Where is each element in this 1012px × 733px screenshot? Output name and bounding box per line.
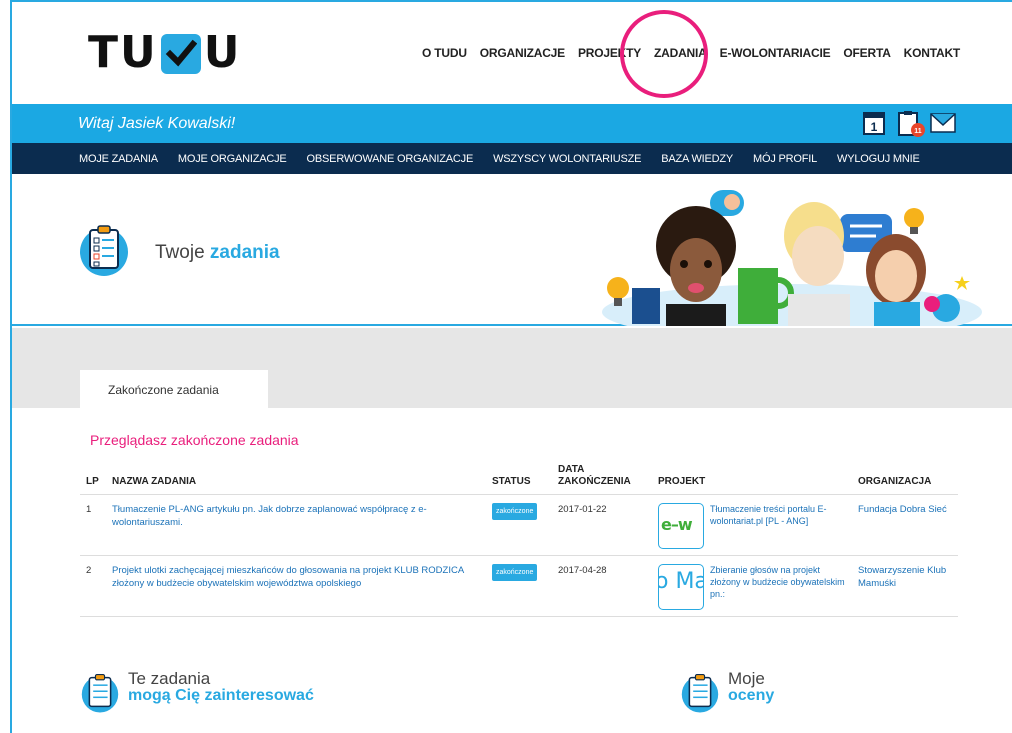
org-link[interactable]: Stowarzyszenie Klub Mamuśki (858, 565, 946, 589)
project-thumbnail[interactable]: o Ma (658, 564, 704, 610)
checkbox-logo-icon (160, 34, 201, 74)
row-date: 2017-04-28 (552, 555, 652, 617)
project-thumb-text: o Ma (659, 569, 703, 594)
page-title: Twoje zadania (155, 242, 280, 264)
row-lp: 1 (80, 494, 106, 556)
mail-icon[interactable] (930, 110, 956, 136)
row-lp: 2 (80, 555, 106, 617)
nav-oferta[interactable]: OFERTA (843, 46, 890, 60)
page-title-prefix: Twoje (155, 242, 205, 263)
clipboard-tasks-icon (78, 220, 130, 283)
suggested-tasks-section: Te zadania mogą Cię zainteresować (78, 670, 314, 714)
subnav-obserwowane-organizacje[interactable]: OBSERWOWANE ORGANIZACJE (307, 153, 474, 165)
subnav-moj-profil[interactable]: MÓJ PROFIL (753, 153, 817, 165)
table-row: 2 Projekt ulotki zachęcającej mieszkańcó… (80, 555, 958, 617)
calendar-number: 1 (871, 120, 878, 134)
page-frame: TU U O TUDU ORGANIZACJE PROJEKTY ZADANIA… (10, 0, 1012, 733)
calendar-icon[interactable]: 1 (862, 110, 886, 136)
welcome-text: Witaj Jasiek Kowalski! (78, 115, 236, 132)
subnav-baza-wiedzy[interactable]: BAZA WIEDZY (661, 153, 733, 165)
row-task-name: Tłumaczenie PL-ANG artykułu pn. Jak dobr… (106, 494, 486, 556)
subnav-wszyscy-wolontariusze[interactable]: WSZYSCY WOLONTARIUSZE (493, 153, 641, 165)
col-project: PROJEKT (652, 460, 852, 495)
highlight-circle-annotation (620, 10, 708, 98)
task-link[interactable]: Tłumaczenie PL-ANG artykułu pn. Jak dobr… (112, 504, 427, 528)
status-badge: zakończone (492, 564, 538, 581)
top-header: TU U O TUDU ORGANIZACJE PROJEKTY ZADANIA… (12, 2, 1012, 104)
col-date: DATA ZAKOŃCZENIA (552, 460, 652, 495)
browsing-info: Przeglądasz zakończone zadania (90, 432, 299, 448)
suggested-title-line2: mogą Cię zainteresować (128, 687, 314, 704)
status-badge: zakończone (492, 503, 538, 520)
col-name: NAZWA ZADANIA (106, 460, 486, 495)
tudu-logo[interactable]: TU U (88, 28, 241, 78)
suggested-title-line1: Te zadania (128, 669, 211, 688)
clipboard-notification-icon[interactable]: 11 (896, 110, 925, 137)
row-status: zakończone (486, 494, 552, 556)
org-link[interactable]: Fundacja Dobra Sieć (858, 504, 947, 515)
col-org: ORGANIZACJA (852, 460, 958, 495)
row-org: Stowarzyszenie Klub Mamuśki (852, 555, 958, 617)
header-icons: 1 11 (862, 110, 956, 137)
col-date-line1: DATA (558, 464, 585, 475)
tasks-table-wrap: LP NAZWA ZADANIA STATUS DATA ZAKOŃCZENIA… (80, 460, 958, 617)
notification-count: 11 (914, 128, 922, 135)
volunteers-illustration (592, 184, 982, 340)
row-org: Fundacja Dobra Sieć (852, 494, 958, 556)
nav-kontakt[interactable]: KONTAKT (904, 46, 961, 60)
table-row: 1 Tłumaczenie PL-ANG artykułu pn. Jak do… (80, 494, 958, 556)
ratings-title-line1: Moje (728, 669, 765, 688)
row-project: o Ma Zbieranie głosów na projekt złożony… (652, 555, 852, 617)
user-sub-nav: MOJE ZADANIA MOJE ORGANIZACJE OBSERWOWAN… (12, 143, 1012, 174)
ratings-title-line2: oceny (728, 687, 775, 704)
tab-bar: Zakończone zadania (12, 328, 1012, 408)
logo-text-left: TU (88, 27, 158, 78)
project-link[interactable]: Tłumaczenie treści portalu E-wolontariat… (710, 503, 846, 549)
nav-organizacje[interactable]: ORGANIZACJE (480, 46, 565, 60)
clipboard-icon (681, 673, 719, 713)
subnav-moje-zadania[interactable]: MOJE ZADANIA (79, 153, 158, 165)
col-date-line2: ZAKOŃCZENIA (558, 476, 631, 487)
page-title-highlight: zadania (209, 242, 280, 263)
hero-section: Twoje zadania (12, 174, 1012, 340)
col-status: STATUS (486, 460, 552, 495)
logo-text-right: U (203, 27, 242, 78)
project-link[interactable]: Zbieranie głosów na projekt złożony w bu… (710, 564, 846, 610)
clipboard-icon (81, 673, 119, 713)
subnav-wyloguj[interactable]: WYLOGUJ MNIE (837, 153, 920, 165)
row-task-name: Projekt ulotki zachęcającej mieszkańców … (106, 555, 486, 617)
tasks-table: LP NAZWA ZADANIA STATUS DATA ZAKOŃCZENIA… (80, 460, 958, 617)
nav-o-tudu[interactable]: O TUDU (422, 46, 467, 60)
project-thumb-text: e–w (661, 515, 693, 534)
nav-e-wolontariacie[interactable]: E-WOLONTARIACIE (720, 46, 831, 60)
task-link[interactable]: Projekt ulotki zachęcającej mieszkańców … (112, 565, 464, 589)
row-project: e–w Tłumaczenie treści portalu E-wolonta… (652, 494, 852, 556)
row-date: 2017-01-22 (552, 494, 652, 556)
my-ratings-section: Moje oceny (678, 670, 774, 714)
project-thumbnail[interactable]: e–w (658, 503, 704, 549)
welcome-bar: Witaj Jasiek Kowalski! 1 11 (12, 104, 1012, 143)
col-lp: LP (80, 460, 106, 495)
row-status: zakończone (486, 555, 552, 617)
subnav-moje-organizacje[interactable]: MOJE ORGANIZACJE (178, 153, 287, 165)
table-header-row: LP NAZWA ZADANIA STATUS DATA ZAKOŃCZENIA… (80, 460, 958, 495)
tab-zakonczone-zadania[interactable]: Zakończone zadania (80, 370, 268, 408)
